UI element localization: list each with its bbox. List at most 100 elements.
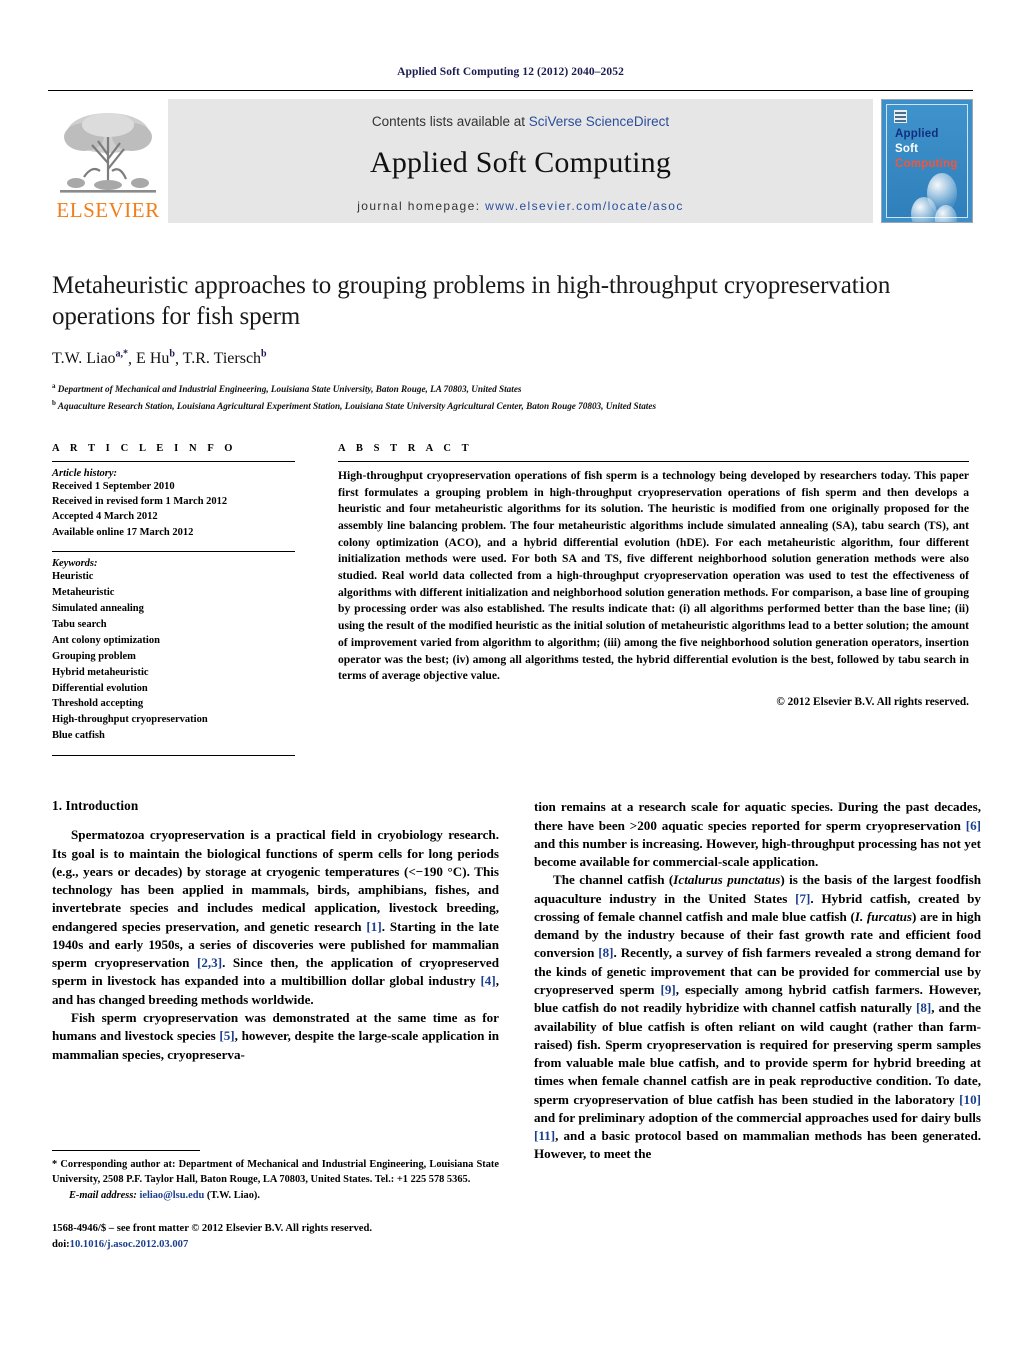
elsevier-logo: ELSEVIER (48, 99, 168, 223)
article-history-label: Article history: (52, 467, 118, 479)
sciencedirect-link[interactable]: SciVerse ScienceDirect (529, 114, 669, 129)
cover-word-computing: Computing (895, 158, 958, 170)
contents-available-line: Contents lists available at SciVerse Sci… (372, 114, 669, 129)
cover-emblem-icon (894, 110, 907, 123)
affiliation-a-marker: a (52, 382, 56, 391)
keyword-item: Tabu search (52, 618, 107, 630)
article-info-rule-1 (52, 460, 295, 462)
email-note: E-mail address: ieliao@lsu.edu (T.W. Lia… (52, 1189, 499, 1204)
keyword-item: Simulated annealing (52, 602, 144, 614)
citation-ref[interactable]: [8] (916, 1000, 931, 1015)
history-online: Available online 17 March 2012 (52, 526, 194, 538)
keyword-item: Metaheuristic (52, 586, 115, 598)
email-link[interactable]: ieliao@lsu.edu (139, 1190, 204, 1201)
citation-ref[interactable]: [11] (534, 1128, 555, 1143)
corresponding-author-note: * Corresponding author at: Department of… (52, 1159, 499, 1185)
running-head: Applied Soft Computing 12 (2012) 2040–20… (397, 66, 624, 78)
journal-homepage-line: journal homepage: www.elsevier.com/locat… (357, 199, 684, 213)
paragraph-left-1: Spermatozoa cryopreservation is a practi… (52, 826, 499, 1009)
citation-ref[interactable]: [9] (661, 982, 676, 997)
par-frag: , and a basic protocol based on mammalia… (534, 1128, 981, 1162)
citation-ref[interactable]: [7] (795, 891, 810, 906)
citation-ref[interactable]: [1] (366, 919, 381, 934)
info-abstract-region: A R T I C L E I N F O Article history: R… (52, 443, 969, 762)
doi-line: doi:10.1016/j.asoc.2012.03.007 (52, 1237, 499, 1253)
abstract-rule (338, 460, 969, 462)
citation-ref[interactable]: [5] (219, 1028, 234, 1043)
citation-ref[interactable]: [2,3] (197, 955, 222, 970)
keyword-item: Ant colony optimization (52, 634, 160, 646)
email-label: E-mail address: (69, 1189, 137, 1201)
email-owner: (T.W. Liao). (204, 1189, 260, 1201)
cover-word-soft: Soft (895, 143, 919, 155)
abstract-column: A B S T R A C T High-throughput cryopres… (338, 443, 969, 762)
par-frag: and for preliminary adoption of the comm… (534, 1109, 981, 1125)
citation-ref[interactable]: [4] (480, 973, 495, 988)
paragraph-right-2: The channel catfish (Ictalurus punctatus… (534, 871, 981, 1163)
elsevier-wordmark: ELSEVIER (56, 198, 160, 222)
footnote-block: * Corresponding author at: Department of… (52, 1150, 499, 1253)
abstract-heading: A B S T R A C T (338, 442, 473, 454)
article-info-column: A R T I C L E I N F O Article history: R… (52, 443, 295, 762)
body-right-column: tion remains at a research scale for aqu… (534, 798, 981, 1163)
issn-line: 1568-4946/$ – see front matter © 2012 El… (52, 1223, 372, 1235)
footnote-rule (52, 1150, 200, 1151)
paragraph-left-2: Fish sperm cryopreservation was demonstr… (52, 1009, 499, 1064)
affiliation-b: b Aquaculture Research Station, Louisian… (52, 398, 969, 413)
affiliation-b-text: Aquaculture Research Station, Louisiana … (57, 400, 657, 411)
par-frag: The channel catfish ( (553, 872, 674, 888)
paragraph-right-1: tion remains at a research scale for aqu… (534, 798, 981, 871)
citation-ref[interactable]: [6] (966, 818, 981, 833)
history-accepted: Accepted 4 March 2012 (52, 511, 158, 523)
cover-blob-3 (935, 205, 957, 222)
keyword-item: Blue catfish (52, 730, 105, 742)
section-heading-introduction: 1. Introduction (52, 798, 139, 814)
contents-prefix: Contents lists available at (371, 113, 529, 129)
species-name-italic: I. furcatus (854, 908, 912, 924)
abstract-text: High-throughput cryopreservation operati… (338, 468, 969, 683)
title-block: Metaheuristic approaches to grouping pro… (52, 271, 969, 413)
author-1: T.W. Liaoa,* (52, 349, 129, 368)
journal-title: Applied Soft Computing (369, 145, 672, 179)
keyword-item: Heuristic (52, 570, 94, 582)
keywords-label: Keywords: (52, 557, 98, 569)
cover-inner: Applied Soft Computing (886, 104, 968, 222)
author-1-marks: a,* (115, 349, 129, 360)
keyword-item: Differential evolution (52, 682, 148, 694)
cover-blob-2 (911, 197, 937, 222)
keyword-item: Grouping problem (52, 650, 136, 662)
keyword-item: Threshold accepting (52, 698, 144, 710)
author-2: E Hub (136, 349, 175, 368)
masthead-center-panel: Contents lists available at SciVerse Sci… (168, 99, 873, 223)
journal-masthead: ELSEVIER Contents lists available at Sci… (48, 99, 973, 223)
par-frag: and this number is increasing. However, … (534, 835, 981, 870)
citation-ref[interactable]: [10] (959, 1092, 981, 1107)
article-info-rule-3 (52, 755, 295, 757)
author-list: T.W. Liaoa,*, E Hub, T.R. Tierschb (52, 349, 969, 368)
doi-link[interactable]: 10.1016/j.asoc.2012.03.007 (70, 1239, 189, 1250)
affiliation-a: a Department of Mechanical and Industria… (52, 381, 969, 396)
article-info-heading: A R T I C L E I N F O (52, 442, 237, 454)
par-frag: tion remains at a research scale for aqu… (534, 799, 981, 833)
homepage-prefix: journal homepage: (357, 198, 486, 213)
author-sep-1: , (128, 350, 137, 368)
doi-prefix: doi: (52, 1239, 70, 1251)
affiliation-b-marker: b (52, 398, 56, 407)
par-frag: , and the availability of blue catfish i… (534, 1000, 981, 1107)
author-3-marks: b (261, 349, 267, 360)
article-info-rule-2 (52, 550, 295, 552)
elsevier-tree-icon (60, 113, 156, 193)
citation-ref[interactable]: [8] (598, 945, 613, 960)
body-left-column: 1. Introduction Spermatozoa cryopreserva… (52, 798, 499, 1163)
paper-page: Applied Soft Computing 12 (2012) 2040–20… (0, 0, 1021, 1351)
paper-title: Metaheuristic approaches to grouping pro… (52, 272, 891, 330)
journal-homepage-link[interactable]: www.elsevier.com/locate/asoc (485, 199, 684, 213)
body-columns: 1. Introduction Spermatozoa cryopreserva… (52, 798, 981, 1163)
cover-word-applied: Applied (895, 128, 939, 140)
journal-cover-thumbnail[interactable]: Applied Soft Computing (881, 99, 973, 223)
history-received: Received 1 September 2010 (52, 480, 175, 492)
header-divider (48, 90, 973, 91)
abstract-copyright: © 2012 Elsevier B.V. All rights reserved… (776, 696, 969, 709)
keyword-item: High-throughput cryopreservation (52, 714, 208, 726)
affiliation-a-text: Department of Mechanical and Industrial … (57, 384, 522, 395)
